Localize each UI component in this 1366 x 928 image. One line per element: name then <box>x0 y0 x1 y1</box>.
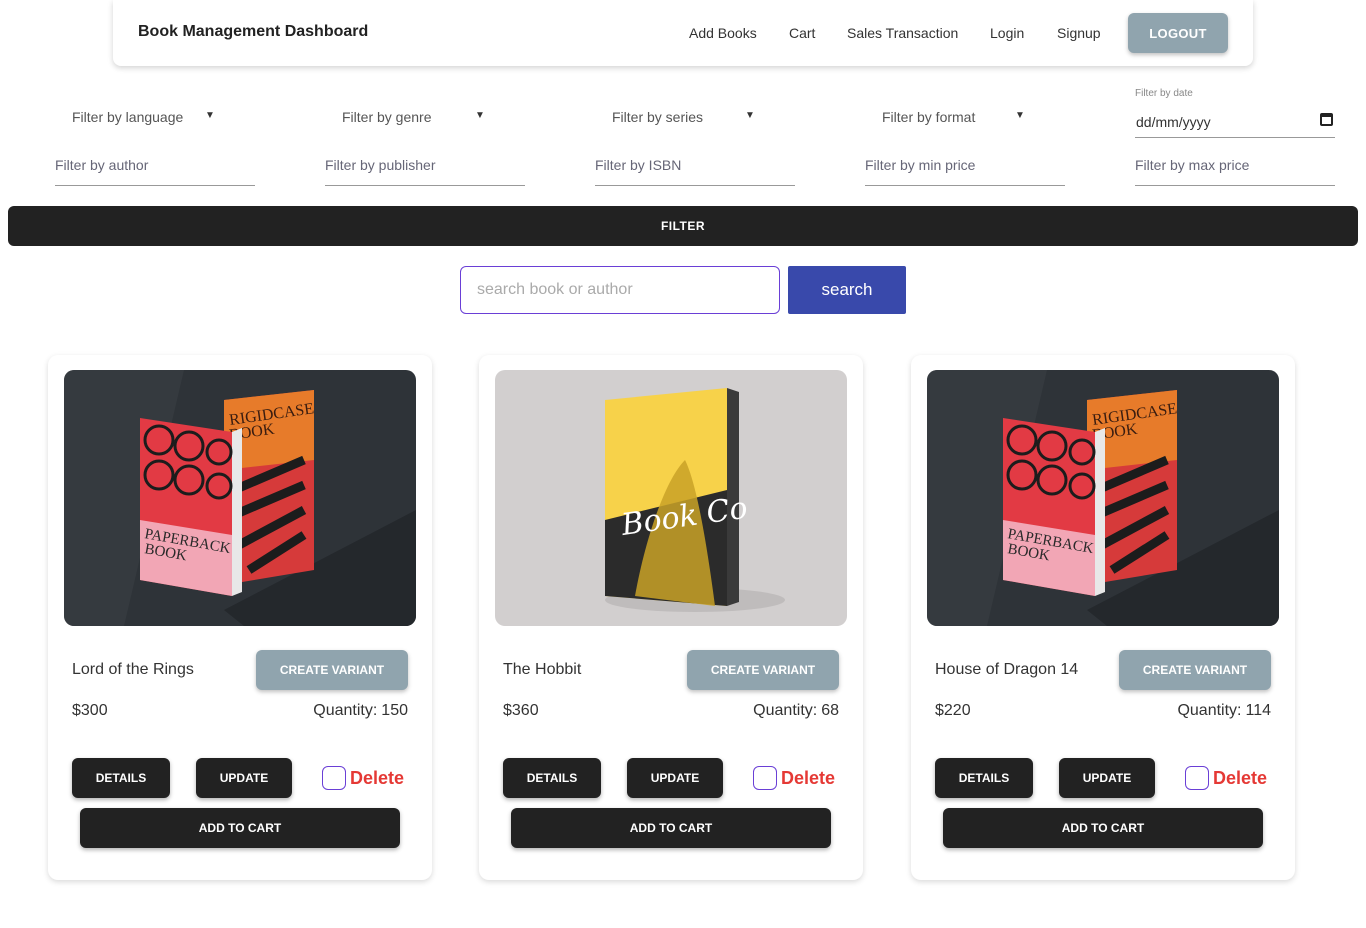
series-select-label: Filter by series <box>612 109 704 125</box>
paperback-book-icon: PAPERBACK BOOK <box>140 418 242 596</box>
update-button[interactable]: UPDATE <box>196 758 292 798</box>
nav-login[interactable]: Login <box>990 25 1024 41</box>
book-title: Lord of the Rings <box>72 661 194 678</box>
author-filter-placeholder: Filter by author <box>55 157 149 173</box>
delete-checkbox[interactable]: Delete <box>753 765 835 791</box>
delete-label: Delete <box>350 767 405 788</box>
nav-cart[interactable]: Cart <box>789 25 815 41</box>
format-select[interactable]: Filter by format ▼ <box>882 98 1032 138</box>
dropdown-caret-icon: ▼ <box>745 110 755 121</box>
checkbox-icon[interactable] <box>1185 766 1209 790</box>
calendar-icon[interactable] <box>1320 113 1333 126</box>
min-price-filter-placeholder: Filter by min price <box>865 157 976 173</box>
language-select[interactable]: Filter by language ▼ <box>72 98 222 138</box>
book-card: Book Co The Hobbit CREATE VARIANT $360 Q… <box>479 355 863 880</box>
dropdown-caret-icon: ▼ <box>475 110 485 121</box>
details-button[interactable]: DETAILS <box>935 758 1033 798</box>
max-price-filter-input[interactable]: Filter by max price <box>1135 150 1335 186</box>
genre-select[interactable]: Filter by genre ▼ <box>342 98 492 138</box>
book-title: The Hobbit <box>503 661 582 678</box>
book-cover-image: RIGIDCASE BOOK PAPERBACK BOOK <box>64 370 416 626</box>
max-price-filter-placeholder: Filter by max price <box>1135 157 1250 173</box>
book-cover-image: Book Co <box>495 370 847 626</box>
search-placeholder: search book or author <box>477 281 633 298</box>
book-title: House of Dragon 14 <box>935 661 1079 678</box>
search-input[interactable]: search book or author <box>460 266 780 314</box>
book-price: $220 <box>935 702 971 719</box>
publisher-filter-input[interactable]: Filter by publisher <box>325 150 525 186</box>
date-filter-field[interactable]: Filter by date dd/mm/yyyy <box>1135 86 1335 138</box>
date-filter-label: Filter by date <box>1135 88 1193 99</box>
quantity-label: Quantity: <box>753 702 818 719</box>
nav-signup[interactable]: Signup <box>1057 25 1101 41</box>
book-card: RIGIDCASE BOOK PAPERBACK BOOK Lord of th… <box>48 355 432 880</box>
dropdown-caret-icon: ▼ <box>205 110 215 121</box>
isbn-filter-placeholder: Filter by ISBN <box>595 157 682 173</box>
app-title: Book Management Dashboard <box>138 23 369 40</box>
create-variant-button[interactable]: CREATE VARIANT <box>687 650 839 690</box>
date-filter-value: dd/mm/yyyy <box>1136 114 1211 130</box>
delete-label: Delete <box>781 767 836 788</box>
quantity-value: 150 <box>381 702 408 719</box>
book-price: $360 <box>503 702 539 719</box>
nav-sales-transaction[interactable]: Sales Transaction <box>847 25 958 41</box>
app-header: Book Management Dashboard Add Books Cart… <box>113 0 1253 66</box>
delete-checkbox[interactable]: Delete <box>1185 765 1267 791</box>
update-button[interactable]: UPDATE <box>627 758 723 798</box>
logout-button[interactable]: LOGOUT <box>1128 13 1228 53</box>
add-to-cart-button[interactable]: ADD TO CART <box>511 808 831 848</box>
isbn-filter-input[interactable]: Filter by ISBN <box>595 150 795 186</box>
book-quantity: Quantity: 68 <box>753 702 839 720</box>
min-price-filter-input[interactable]: Filter by min price <box>865 150 1065 186</box>
book-price: $300 <box>72 702 108 719</box>
yellow-book-icon: Book Co <box>605 388 750 606</box>
details-button[interactable]: DETAILS <box>72 758 170 798</box>
paperback-book-icon: PAPERBACK BOOK <box>1003 418 1105 596</box>
filter-button[interactable]: FILTER <box>8 206 1358 246</box>
book-quantity: Quantity: 114 <box>1177 702 1271 720</box>
quantity-value: 68 <box>821 702 839 719</box>
publisher-filter-placeholder: Filter by publisher <box>325 157 436 173</box>
genre-select-label: Filter by genre <box>342 109 432 125</box>
create-variant-button[interactable]: CREATE VARIANT <box>256 650 408 690</box>
dropdown-caret-icon: ▼ <box>1015 110 1025 121</box>
checkbox-icon[interactable] <box>753 766 777 790</box>
book-card: RIGIDCASE BOOK PAPERBACK BOOK House of D… <box>911 355 1295 880</box>
add-to-cart-button[interactable]: ADD TO CART <box>943 808 1263 848</box>
quantity-label: Quantity: <box>1177 702 1242 719</box>
quantity-value: 114 <box>1245 702 1271 719</box>
search-button[interactable]: search <box>788 266 906 314</box>
quantity-label: Quantity: <box>313 702 378 719</box>
format-select-label: Filter by format <box>882 109 976 125</box>
details-button[interactable]: DETAILS <box>503 758 601 798</box>
add-to-cart-button[interactable]: ADD TO CART <box>80 808 400 848</box>
update-button[interactable]: UPDATE <box>1059 758 1155 798</box>
book-quantity: Quantity: 150 <box>313 702 408 720</box>
checkbox-icon[interactable] <box>322 766 346 790</box>
author-filter-input[interactable]: Filter by author <box>55 150 255 186</box>
book-cover-image: RIGIDCASE BOOK PAPERBACK BOOK <box>927 370 1279 626</box>
series-select[interactable]: Filter by series ▼ <box>612 98 762 138</box>
delete-checkbox[interactable]: Delete <box>322 765 404 791</box>
create-variant-button[interactable]: CREATE VARIANT <box>1119 650 1271 690</box>
nav-add-books[interactable]: Add Books <box>689 25 757 41</box>
delete-label: Delete <box>1213 767 1268 788</box>
language-select-label: Filter by language <box>72 109 184 125</box>
